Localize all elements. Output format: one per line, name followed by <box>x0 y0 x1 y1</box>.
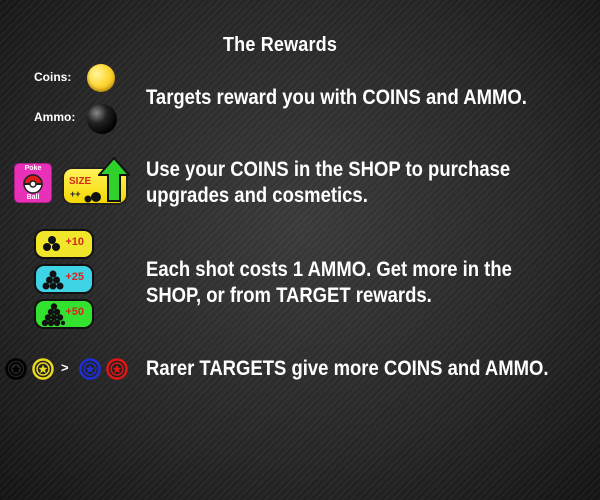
rewards-text: Targets reward you with COINS and AMMO. <box>146 86 527 109</box>
greater-than-symbol: > <box>61 360 69 375</box>
ammo-pack-10: +10 <box>34 229 94 259</box>
ammo-pile-icon <box>41 303 65 327</box>
shop-text-line1: Use your COINS in the SHOP to purchase <box>146 158 511 181</box>
up-arrow-icon <box>98 157 130 202</box>
size-upgrade-icon: SIZE ++ <box>62 157 130 205</box>
black-target-icon <box>5 358 27 380</box>
ammo-pack-amount: +50 <box>65 306 84 318</box>
ammo-pile-icon <box>42 270 64 290</box>
ammo-pack-50: +50 <box>34 299 94 329</box>
size-plus-label: ++ <box>70 189 81 199</box>
coin-icon <box>87 64 115 92</box>
ammo-label: Ammo: <box>34 110 76 124</box>
blue-target-icon <box>79 358 101 380</box>
pokeball-bottom-label: Ball <box>26 194 40 201</box>
size-label: SIZE <box>69 176 92 187</box>
targets-text: Rarer TARGETS give more COINS and AMMO. <box>146 357 549 380</box>
ammo-pack-amount: +25 <box>65 271 84 283</box>
ammo-ball-icon <box>87 104 117 134</box>
ammo-text-line1: Each shot costs 1 AMMO. Get more in the <box>146 258 512 281</box>
shop-text-line2: upgrades and cosmetics. <box>146 184 368 207</box>
red-target-icon <box>106 358 128 380</box>
yellow-target-icon <box>32 358 54 380</box>
pokeball-icon <box>23 174 43 194</box>
pokeball-skin-icon: Poke Ball <box>15 164 51 202</box>
page-title: The Rewards <box>222 34 338 56</box>
coins-label: Coins: <box>34 70 72 84</box>
pokeball-top-label: Poke <box>24 165 42 172</box>
ammo-pack-25: +25 <box>34 264 94 294</box>
ammo-pile-icon <box>43 236 60 251</box>
ammo-text-line2: SHOP, or from TARGET rewards. <box>146 284 432 307</box>
ammo-pack-amount: +10 <box>65 236 84 248</box>
